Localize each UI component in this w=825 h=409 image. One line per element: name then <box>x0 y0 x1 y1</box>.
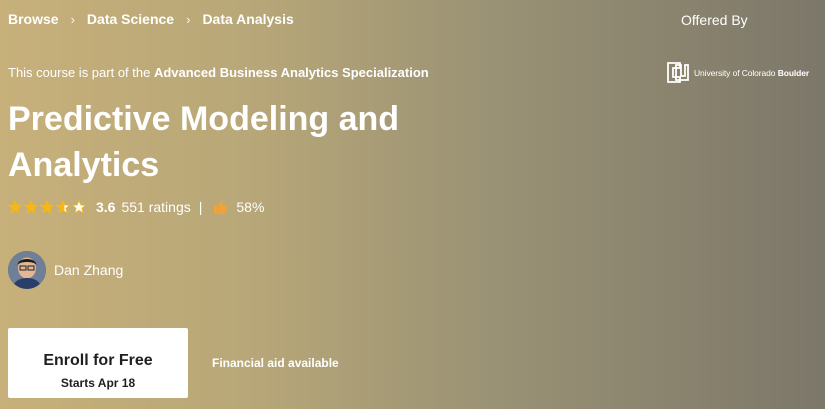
star-icon <box>40 200 54 214</box>
chevron-right-icon: › <box>70 11 75 27</box>
rating-divider: | <box>198 199 203 215</box>
breadcrumb-data-analysis[interactable]: Data Analysis <box>202 11 293 27</box>
rating-count[interactable]: 551 ratings <box>121 199 190 215</box>
specialization-prefix: This course is part of the <box>8 65 154 80</box>
enroll-button[interactable]: Enroll for Free Starts Apr 18 <box>8 328 188 398</box>
offered-by-label: Offered By <box>681 12 748 28</box>
financial-aid-link[interactable]: Financial aid available <box>212 356 339 370</box>
instructor-name[interactable]: Dan Zhang <box>54 262 123 278</box>
avatar <box>8 251 46 289</box>
instructor[interactable]: Dan Zhang <box>8 251 123 289</box>
star-icon <box>24 200 38 214</box>
breadcrumb-data-science[interactable]: Data Science <box>87 11 174 27</box>
like-percent: 58% <box>236 199 265 215</box>
course-hero-banner: Browse › Data Science › Data Analysis Of… <box>0 0 825 409</box>
enroll-label: Enroll for Free <box>43 352 153 369</box>
chevron-right-icon: › <box>186 11 191 27</box>
start-date: Starts Apr 18 <box>60 376 136 390</box>
star-rating <box>8 200 88 214</box>
page-title: Predictive Modeling and Analytics <box>8 100 400 184</box>
partner-logo[interactable]: University of Colorado Boulder <box>666 61 809 85</box>
rating-value: 3.6 <box>96 199 116 215</box>
specialization-link[interactable]: Advanced Business Analytics Specializati… <box>154 65 429 80</box>
partner-name: University of Colorado Boulder <box>694 68 810 78</box>
breadcrumb-browse[interactable]: Browse <box>8 11 59 27</box>
star-icon <box>8 200 22 214</box>
course-rating: 3.6 551 ratings | 58% <box>8 199 264 215</box>
thumbs-up-icon <box>214 200 228 214</box>
star-icon <box>56 200 70 214</box>
star-icon <box>72 200 86 214</box>
specialization-note: This course is part of the Advanced Busi… <box>8 65 429 80</box>
breadcrumb: Browse › Data Science › Data Analysis <box>8 11 294 27</box>
cu-logo-icon <box>667 62 689 83</box>
